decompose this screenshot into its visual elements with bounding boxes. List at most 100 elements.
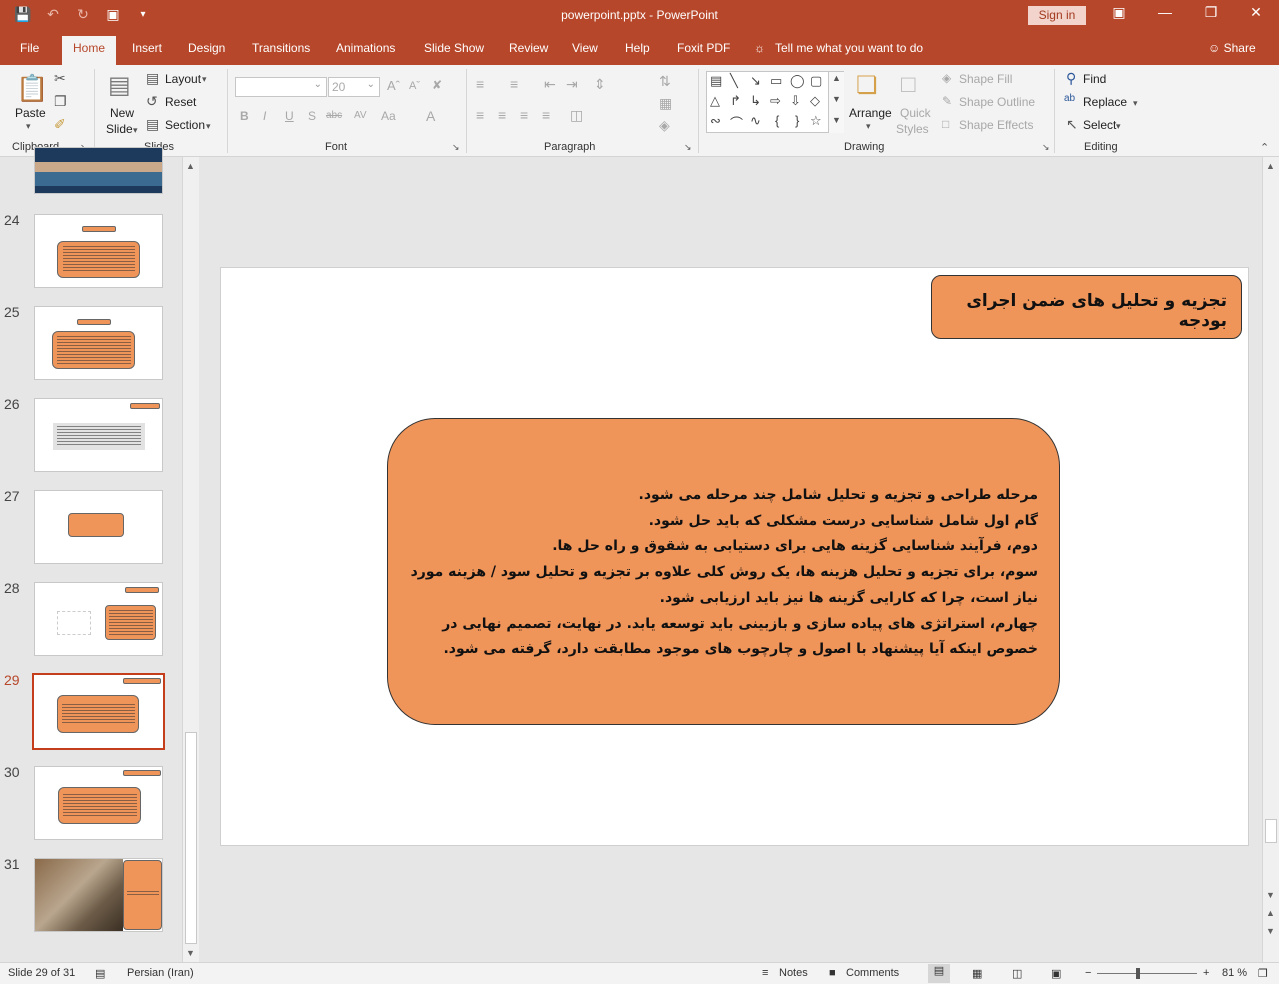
paste-button[interactable]: Paste	[15, 106, 46, 120]
drawing-launcher-icon[interactable]: ↘	[1042, 142, 1050, 153]
align-right-icon[interactable]: ≡	[520, 107, 528, 123]
tab-design[interactable]: Design	[188, 41, 225, 55]
section-dropdown-icon[interactable]: ▾	[206, 121, 211, 132]
shadow-button[interactable]: S	[308, 109, 316, 123]
strikethrough-button[interactable]: abc	[326, 110, 342, 121]
layout-button[interactable]: Layout	[165, 72, 201, 86]
undo-icon[interactable]: ↶	[44, 6, 62, 23]
new-slide-label[interactable]: Slide	[106, 122, 133, 136]
bold-button[interactable]: B	[240, 109, 249, 123]
cut-icon[interactable]: ✂	[54, 70, 66, 87]
layout-icon[interactable]: ▤	[146, 70, 159, 87]
select-dropdown-icon[interactable]: ▾	[1116, 121, 1121, 132]
font-color-button[interactable]: A	[426, 108, 435, 124]
bullets-icon[interactable]: ≡	[476, 76, 484, 92]
paste-dropdown-icon[interactable]: ▾	[26, 121, 31, 132]
tab-transitions[interactable]: Transitions	[252, 41, 310, 55]
notes-button[interactable]: Notes	[779, 967, 808, 979]
underline-button[interactable]: U	[285, 109, 294, 123]
quick-styles-label[interactable]: Styles	[896, 122, 929, 136]
star-shape-icon[interactable]: ☆	[810, 113, 822, 129]
character-spacing-button[interactable]: AV	[354, 110, 367, 121]
reset-button[interactable]: Reset	[165, 95, 196, 109]
slide-thumbnail[interactable]	[34, 582, 163, 656]
slide-thumbnail[interactable]	[34, 306, 163, 380]
fit-to-window-icon[interactable]: ❐	[1258, 967, 1268, 980]
customize-qat-icon[interactable]: ▾	[134, 9, 152, 20]
scroll-down-icon[interactable]: ▼	[1266, 890, 1275, 900]
reading-view-icon[interactable]: ◫	[1012, 967, 1022, 980]
thumbnail-scrollbar[interactable]: ▲ ▼	[182, 157, 199, 962]
format-painter-icon[interactable]: ✐	[54, 116, 66, 133]
slide-sorter-icon[interactable]: ▦	[972, 967, 982, 980]
curve-shape-icon[interactable]: ∾	[710, 113, 721, 129]
comments-button[interactable]: Comments	[846, 967, 899, 979]
elbow-arrow-shape-icon[interactable]: ↳	[750, 93, 761, 109]
text-direction-icon[interactable]: ⇅	[659, 73, 671, 90]
chevron-up-icon[interactable]: ▲	[832, 73, 841, 83]
tab-home[interactable]: Home	[62, 36, 117, 65]
scroll-down-icon[interactable]: ▼	[186, 948, 195, 958]
sign-in-button[interactable]: Sign in	[1028, 6, 1086, 25]
align-left-icon[interactable]: ≡	[476, 107, 484, 123]
comments-icon[interactable]: ■	[829, 967, 836, 979]
normal-view-icon[interactable]: ▤	[928, 964, 950, 983]
slide-thumbnail[interactable]	[34, 858, 163, 932]
left-brace-shape-icon[interactable]: {	[775, 113, 779, 128]
new-slide-button[interactable]: New	[110, 106, 134, 120]
tab-animations[interactable]: Animations	[336, 41, 395, 55]
right-brace-shape-icon[interactable]: }	[795, 113, 799, 128]
select-icon[interactable]: ↖	[1066, 116, 1078, 133]
shape-fill-icon[interactable]: ◈	[942, 71, 951, 85]
scrollbar-handle[interactable]	[185, 732, 197, 944]
zoom-slider[interactable]	[1097, 973, 1197, 974]
zoom-slider-handle[interactable]	[1136, 968, 1140, 979]
shape-outline-icon[interactable]: ✎	[942, 94, 952, 108]
shapes-gallery-scroll[interactable]: ▲ ▼ ▼	[828, 72, 844, 133]
redo-icon[interactable]: ↻	[74, 6, 92, 23]
arrange-dropdown-icon[interactable]: ▾	[866, 121, 871, 132]
arc-shape-icon[interactable]: ⌒	[730, 113, 743, 132]
rounded-rectangle-shape-icon[interactable]: ▢	[810, 73, 822, 89]
increase-indent-icon[interactable]: ⇥	[566, 76, 578, 93]
clear-formatting-icon[interactable]: ✘	[432, 78, 442, 92]
tab-review[interactable]: Review	[509, 41, 548, 55]
decrease-indent-icon[interactable]: ⇤	[544, 76, 556, 93]
quick-styles-button[interactable]: Quick	[900, 106, 931, 120]
slide-thumbnail[interactable]	[34, 490, 163, 564]
find-icon[interactable]: ⚲	[1066, 70, 1076, 87]
minimize-icon[interactable]: —	[1142, 4, 1188, 20]
numbering-icon[interactable]: ≡	[510, 76, 518, 92]
triangle-shape-icon[interactable]: △	[710, 93, 720, 109]
slide-thumbnail[interactable]	[34, 398, 163, 472]
chevron-down-icon[interactable]: ⌄	[314, 79, 322, 90]
slide-body-box[interactable]: مرحله طراحی و تجزیه و تحلیل شامل چند مرح…	[387, 418, 1060, 725]
zoom-out-button[interactable]: −	[1085, 967, 1091, 979]
tell-me-box[interactable]: ☼ Tell me what you want to do	[754, 41, 923, 55]
tab-file[interactable]: File	[20, 41, 39, 55]
oval-shape-icon[interactable]: ◯	[790, 73, 805, 89]
align-center-icon[interactable]: ≡	[498, 107, 506, 123]
wave-shape-icon[interactable]: ∿	[750, 113, 761, 129]
increase-font-size-icon[interactable]: Aˆ	[387, 78, 400, 93]
textbox-shape-icon[interactable]: ▤	[710, 73, 722, 89]
paste-icon[interactable]: 📋	[16, 73, 48, 104]
select-button[interactable]: Select	[1083, 118, 1116, 132]
paragraph-launcher-icon[interactable]: ↘	[684, 142, 692, 153]
ribbon-display-icon[interactable]: ▣	[1096, 4, 1142, 21]
align-text-icon[interactable]: ▦	[659, 95, 672, 112]
slideshow-icon[interactable]: ▣	[1051, 967, 1061, 980]
shapes-gallery[interactable]: ▤ ╲ ↘ ▭ ◯ ▢ △ ↱ ↳ ⇨ ⇩ ◇ ∾ ⌒ ∿ { } ☆ ▲ ▼ …	[706, 71, 844, 133]
decrease-font-size-icon[interactable]: Aˇ	[409, 80, 420, 92]
section-button[interactable]: Section	[165, 118, 205, 132]
columns-icon[interactable]: ◫	[570, 107, 583, 124]
elbow-connector-shape-icon[interactable]: ↱	[730, 93, 741, 109]
new-slide-dropdown-icon[interactable]: ▾	[133, 125, 138, 136]
save-icon[interactable]: 💾	[14, 6, 32, 23]
slide-thumbnail[interactable]	[34, 147, 163, 194]
quick-styles-icon[interactable]: □	[901, 71, 916, 99]
down-arrow-shape-icon[interactable]: ⇩	[790, 93, 801, 109]
freeform-shape-icon[interactable]: ◇	[810, 93, 820, 109]
chevron-down-icon[interactable]: ⌄	[367, 79, 375, 90]
tab-help[interactable]: Help	[625, 41, 650, 55]
